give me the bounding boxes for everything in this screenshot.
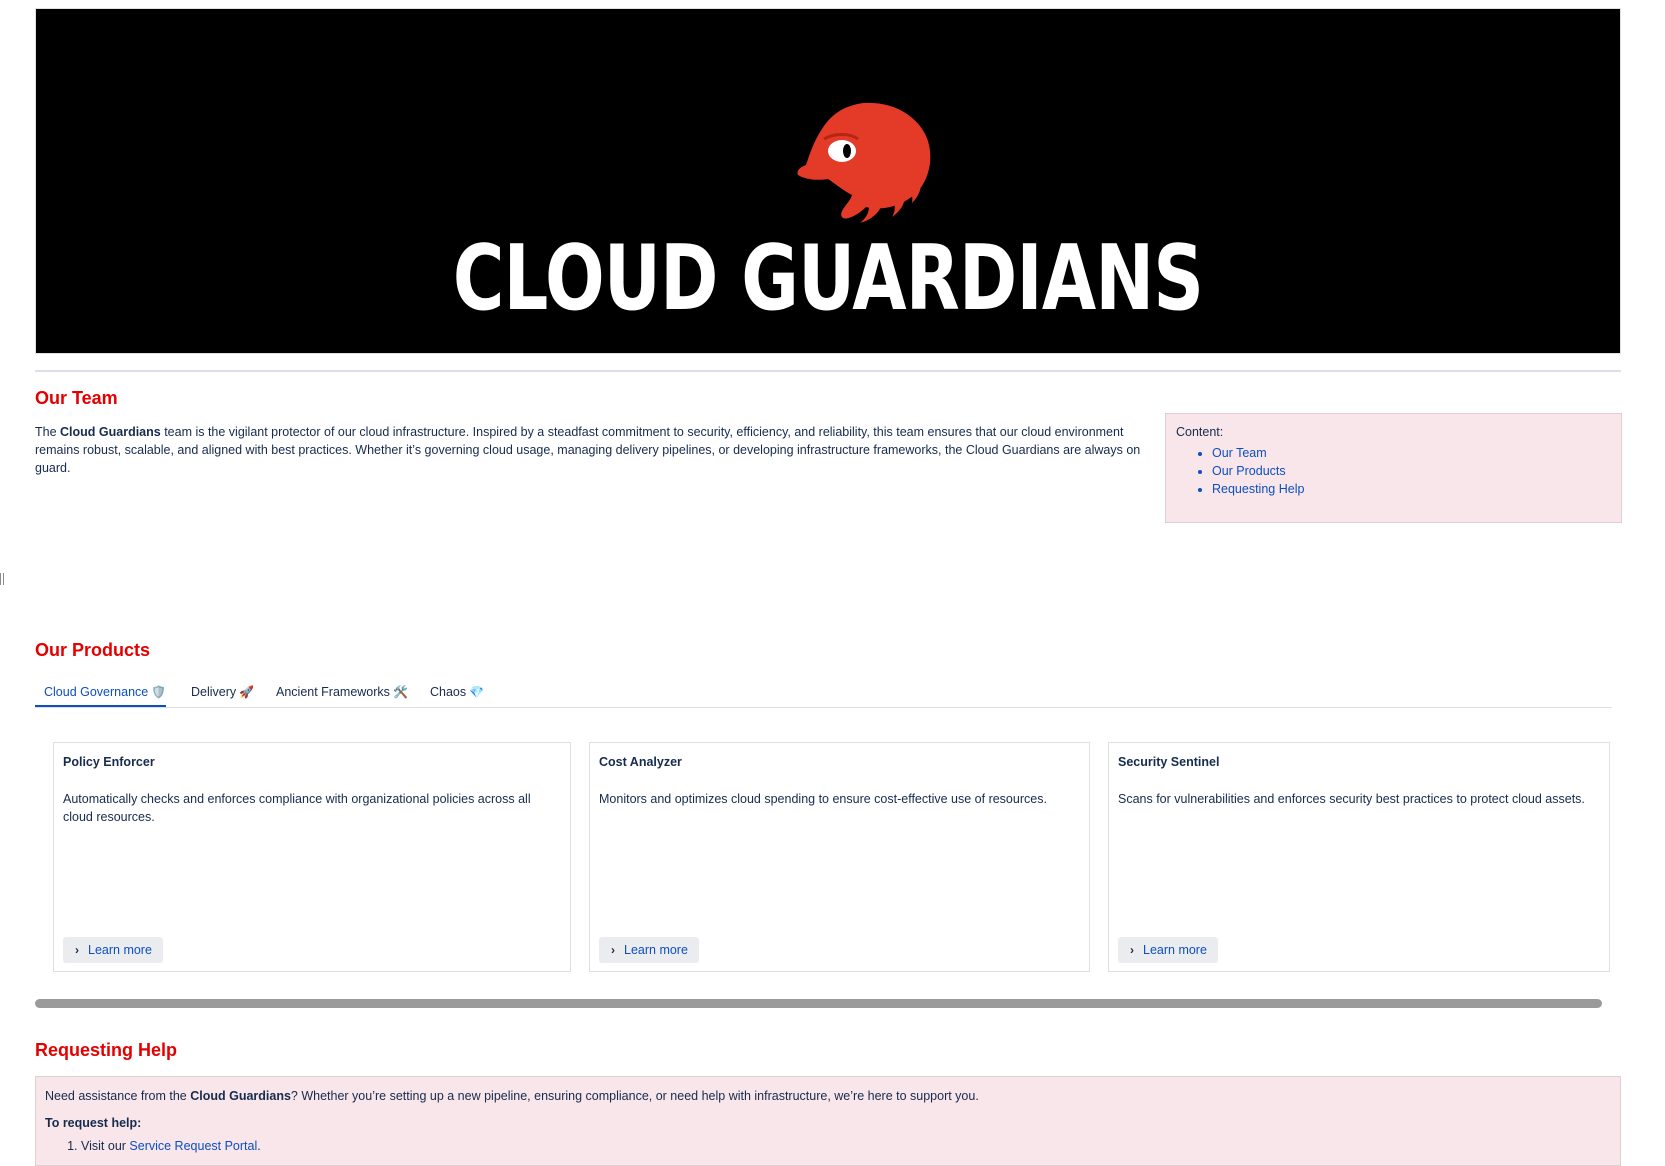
learn-more-label: Learn more [88, 943, 152, 957]
header-banner: CLOUD GUARDIANS [35, 8, 1621, 354]
help-step: Visit our Service Request Portal. [81, 1139, 261, 1153]
tab-chaos[interactable]: Chaos 💎 [430, 680, 484, 707]
product-card-policy-enforcer: Policy Enforcer Automatically checks and… [53, 742, 571, 972]
tab-cloud-governance[interactable]: Cloud Governance 🛡️ [35, 680, 167, 707]
card-title: Policy Enforcer [63, 755, 155, 769]
learn-more-label: Learn more [1143, 943, 1207, 957]
toc-link-our-products[interactable]: Our Products [1212, 464, 1286, 478]
help-step-text: Visit our [81, 1139, 130, 1153]
card-description: Monitors and optimizes cloud spending to… [599, 792, 1047, 806]
table-of-contents-panel: Content: Our Team Our Products Requestin… [1165, 413, 1622, 523]
drag-handle[interactable] [0, 573, 4, 585]
banner-title: CLOUD GUARDIANS [452, 226, 1204, 331]
product-card-security-sentinel: Security Sentinel Scans for vulnerabilit… [1108, 742, 1610, 972]
chevron-right-icon: › [611, 943, 615, 957]
our-team-heading: Our Team [35, 388, 118, 408]
tab-label: Cloud Governance [44, 685, 149, 699]
tab-label: Ancient Frameworks [276, 685, 390, 699]
learn-more-button[interactable]: › Learn more [63, 937, 163, 963]
our-products-heading: Our Products [35, 640, 151, 660]
tools-icon: 🛠️ [392, 685, 408, 699]
horizontal-scrollbar[interactable] [35, 999, 1602, 1008]
help-intro-after: ? Whether you’re setting up a new pipeli… [290, 1089, 979, 1103]
help-team-name-bold: Cloud Guardians [190, 1089, 291, 1103]
requesting-help-heading: Requesting Help [35, 1040, 178, 1060]
service-request-portal-link[interactable]: Service Request Portal [129, 1139, 257, 1153]
requesting-help-panel: Need assistance from the Cloud Guardians… [35, 1076, 1621, 1166]
toc-item: Our Team [1212, 444, 1304, 462]
team-name-bold: Cloud Guardians [60, 425, 161, 439]
help-intro-before: Need assistance from the [45, 1089, 191, 1103]
help-intro: Need assistance from the Cloud Guardians… [45, 1089, 979, 1103]
toc-link-requesting-help[interactable]: Requesting Help [1212, 482, 1304, 496]
help-steps-list: Visit our Service Request Portal. [45, 1139, 261, 1153]
help-subheading: To request help: [45, 1116, 142, 1130]
card-title: Cost Analyzer [599, 755, 682, 769]
chevron-right-icon: › [75, 943, 79, 957]
card-title: Security Sentinel [1118, 755, 1220, 769]
learn-more-button[interactable]: › Learn more [1118, 937, 1218, 963]
horizontal-divider [35, 370, 1621, 372]
product-card-cost-analyzer: Cost Analyzer Monitors and optimizes clo… [589, 742, 1090, 972]
help-step-end: . [257, 1139, 261, 1153]
toc-link-our-team[interactable]: Our Team [1212, 446, 1267, 460]
card-description: Automatically checks and enforces compli… [63, 792, 531, 824]
tab-label: Chaos [430, 685, 467, 699]
tab-ancient-frameworks[interactable]: Ancient Frameworks 🛠️ [276, 680, 408, 707]
team-text-after: team is the vigilant protector of our cl… [35, 425, 1141, 475]
learn-more-label: Learn more [624, 943, 688, 957]
card-description: Scans for vulnerabilities and enforces s… [1118, 792, 1585, 806]
toc-item: Our Products [1212, 462, 1304, 480]
rocket-icon: 🚀 [239, 685, 255, 699]
tab-delivery[interactable]: Delivery 🚀 [191, 680, 254, 707]
tab-label: Delivery [191, 685, 237, 699]
shield-icon: 🛡️ [151, 685, 167, 699]
chevron-right-icon: › [1130, 943, 1134, 957]
toc-label: Content: [1176, 425, 1224, 439]
toc-list: Our Team Our Products Requesting Help [1176, 444, 1304, 498]
team-text-before: The [35, 425, 61, 439]
gem-icon: 💎 [469, 685, 485, 699]
learn-more-button[interactable]: › Learn more [599, 937, 699, 963]
team-description: The Cloud Guardians team is the vigilant… [35, 423, 1160, 477]
products-tab-bar: Cloud Governance 🛡️ Delivery 🚀 Ancient Fra… [35, 680, 1612, 708]
toc-item: Requesting Help [1212, 480, 1304, 498]
red-echidna-head-icon [797, 102, 931, 223]
